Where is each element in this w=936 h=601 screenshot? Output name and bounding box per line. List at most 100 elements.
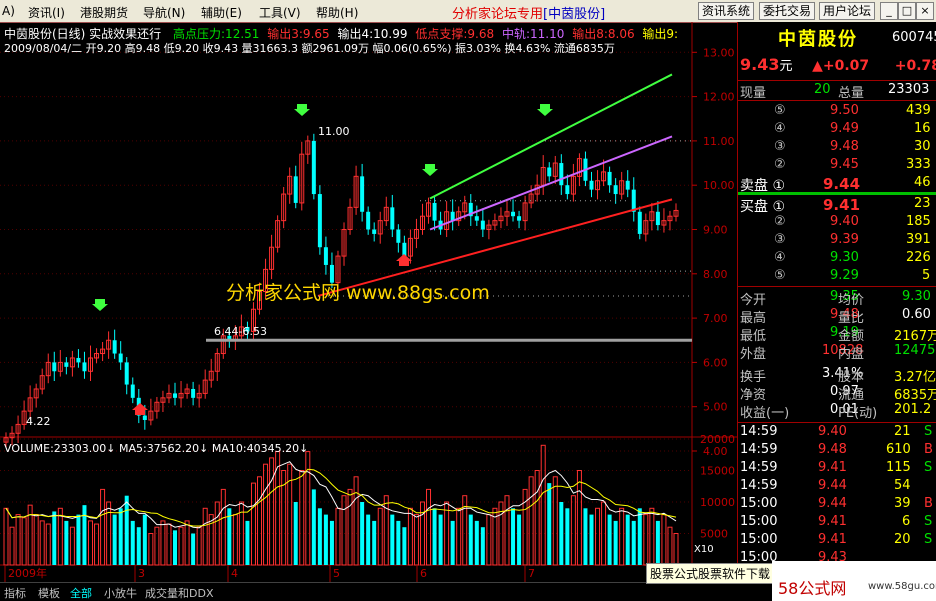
menu-item-hk-futures[interactable]: 港股期货 [80,4,128,21]
menu-item-assist[interactable]: 辅助(E) [201,4,242,21]
range-label: 6.44-6.53 [214,325,267,338]
sell-level-row[interactable]: ⑤ 9.50 439 [738,103,936,121]
tab-indicator[interactable]: 指标 [4,585,26,601]
site-logo[interactable]: 58公式网 www.58gu.com [772,561,936,601]
stat-row[interactable]: 最高 9.48 量比 0.60 [738,307,936,326]
tick-row[interactable]: 14:59 9.44 54 [738,478,936,496]
total-vol-label: 总量 [838,86,865,101]
tick-row[interactable]: 15:00 9.41 20 S [738,532,936,550]
volume-bar [353,476,359,566]
stat-value: 12475 [894,343,936,358]
stat-row[interactable]: 最低 9.19 金额 2167万 [738,325,936,344]
stat-row[interactable]: 净资 0.97 流通 6835万 [738,384,936,403]
stat-row[interactable]: 换手 3.41% 股本 3.27亿 [738,366,936,385]
tick-row[interactable]: 15:00 9.41 6 S [738,514,936,532]
user-forum-button[interactable]: 用户论坛 [819,2,876,20]
volume-bar [76,514,81,565]
volume-bar [250,482,256,566]
sell-price: 9.45 [830,157,859,172]
volume-bar [377,507,383,566]
candle-body [396,229,401,243]
sell-level-row[interactable]: 卖盘 ① 9.44 46 [738,175,936,194]
candle-body [112,340,117,354]
volume-bar [257,476,263,566]
sell-level-label: ④ [774,121,786,136]
stat-label: 金额 [838,329,865,344]
stat-row[interactable]: 外盘 10828 内盘 12475 [738,343,936,362]
news-system-button[interactable]: 资讯系统 [698,2,755,20]
buy-price: 9.39 [830,232,859,247]
tick-price: 9.41 [818,460,847,475]
volume-bar [341,495,347,566]
volume-bar [583,508,588,565]
volume-bar [112,514,117,565]
volume-bar [335,507,341,566]
tick-row[interactable]: 14:59 9.41 115 S [738,460,936,478]
download-ad[interactable]: 股票公式股票软件下载 [646,563,775,584]
close-button[interactable]: × [916,2,934,20]
tab-xiaofangniu[interactable]: 小放牛 [104,585,137,601]
menu-item-tools[interactable]: 工具(V) [259,4,301,21]
buy-level-row[interactable]: ② 9.40 185 [738,214,936,232]
trade-button[interactable]: 委托交易 [759,2,816,20]
menu-item-a[interactable]: A) [2,4,15,18]
candle-body [511,211,516,217]
menu-item-help[interactable]: 帮助(H) [316,4,358,21]
volume-bar [148,533,154,566]
tick-price: 9.44 [818,496,847,511]
tab-all[interactable]: 全部 [70,585,92,601]
tick-volume: 21 [894,424,911,439]
volume-bar [366,514,371,565]
sell-level-row[interactable]: ② 9.45 333 [738,157,936,175]
volume-bar [402,527,407,565]
buy-volume: 226 [906,250,931,265]
buy-level-row[interactable]: 买盘 ① 9.41 23 [738,196,936,215]
candle-body [311,140,316,195]
volume-bar [3,507,9,566]
sell-level-row[interactable]: ③ 9.48 30 [738,139,936,157]
stat-value: 6835万 [894,388,936,403]
tick-row[interactable]: 15:00 9.44 39 B [738,496,936,514]
signal-up-arrow-icon [132,403,148,415]
tab-volume-ddx[interactable]: 成交量和DDX [145,585,213,601]
tick-price: 9.41 [818,532,847,547]
volume-bar [220,488,226,566]
tick-row[interactable]: 14:59 9.48 610 B [738,442,936,460]
tick-price: 9.44 [818,478,847,493]
current-vol: 20 [814,82,831,97]
tab-template[interactable]: 模板 [38,585,60,601]
menu-item-news[interactable]: 资讯(I) [28,4,65,21]
buy-level-row[interactable]: ⑤ 9.29 5 [738,268,936,286]
sell-level-row[interactable]: ④ 9.49 16 [738,121,936,139]
volume-bar [82,505,87,565]
stat-label: 内盘 [838,347,865,362]
title-text: 分析家论坛专用 [452,7,544,22]
maximize-button[interactable]: □ [898,2,916,20]
volume-unit: X10 [694,544,714,555]
buy-level-row[interactable]: ③ 9.39 391 [738,232,936,250]
stat-row[interactable]: 收益(一) 0.01 PE(动) 201.2 [738,402,936,421]
candle-body [480,220,485,230]
menu-item-nav[interactable]: 导航(N) [143,4,185,21]
signal-down-arrow-icon [92,299,108,311]
volume-bar [311,489,316,565]
buy-level-label: ② [774,214,786,229]
buy-level-row[interactable]: ④ 9.30 226 [738,250,936,268]
price-axis-label: 8.00 [703,268,728,281]
sell-price: 9.48 [830,139,859,154]
stat-row[interactable]: 今开 9.35 均价 9.30 [738,289,936,308]
tick-row[interactable]: 14:59 9.40 21 S [738,424,936,442]
volume-bar [619,507,625,566]
stat-value: 3.27亿 [894,370,936,385]
candle-body [390,207,395,230]
candle-body [625,180,630,190]
high-pressure: 高点压力:12.51 [173,27,260,41]
kline-chart[interactable]: 13.00 12.00 11.00 10.00 9.00 8.00 7.00 6.00 5.00… [0,22,737,582]
minimize-button[interactable]: _ [880,2,898,20]
tick-flag: B [924,496,933,511]
low-support: 低点支撑:9.68 [415,27,495,41]
price-change-pct: +0.78 [894,58,936,74]
buy-level-label: ③ [774,232,786,247]
stock-code: 600745 [892,30,936,45]
tick-flag: S [924,532,933,547]
